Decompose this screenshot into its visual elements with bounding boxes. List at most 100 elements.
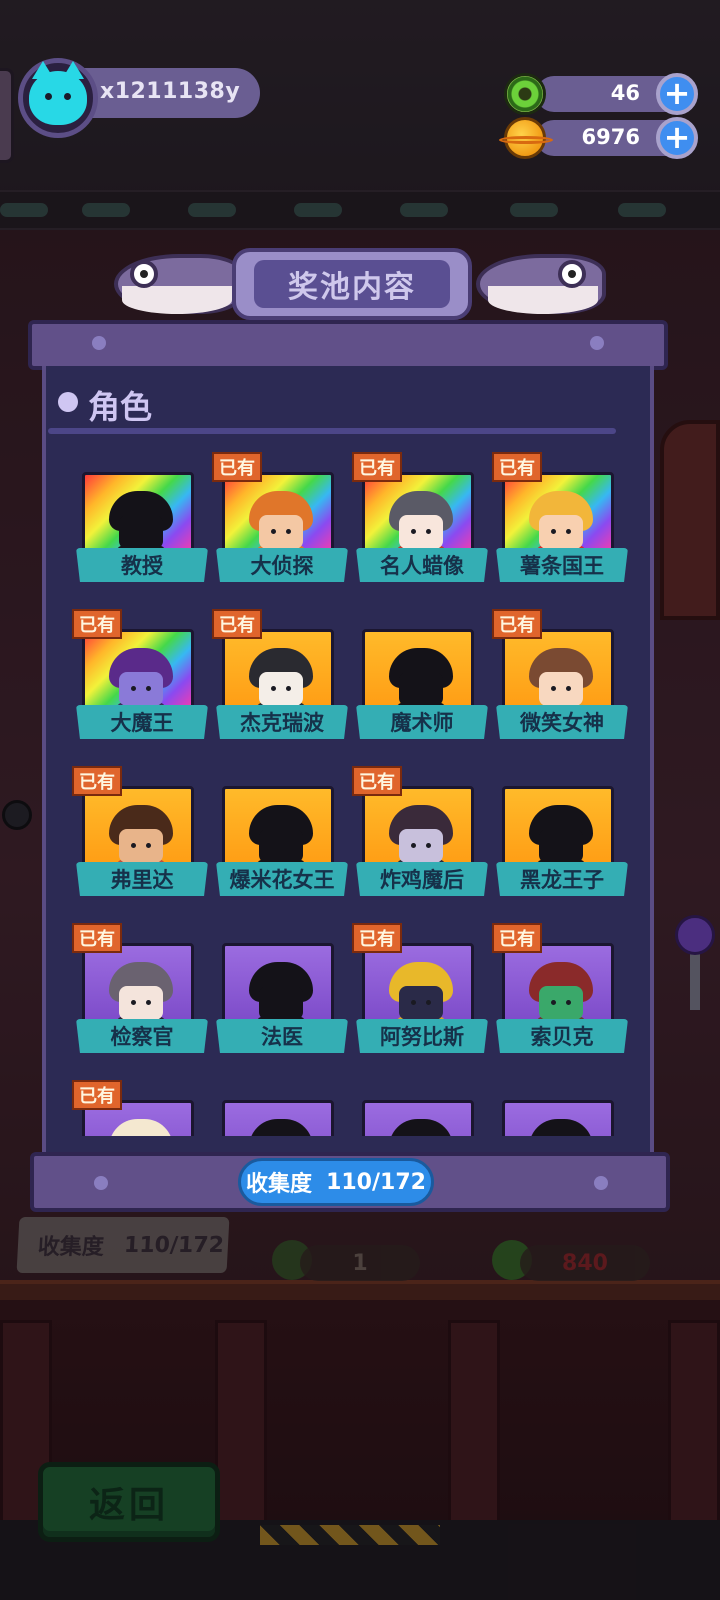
character-portrait <box>222 943 334 1029</box>
owned-badge: 已有 <box>492 923 542 953</box>
player-name: x1211138y <box>100 79 241 104</box>
collection-value: 110/172 <box>326 1169 426 1195</box>
donut-count: 46 <box>610 81 640 105</box>
character-card[interactable]: 炸鸡魔后 已有 <box>352 766 488 896</box>
character-figure-icon <box>109 648 173 712</box>
character-portrait <box>362 943 474 1029</box>
section-bullet-icon <box>58 392 78 412</box>
character-portrait <box>82 472 194 558</box>
side-tab[interactable] <box>0 68 14 163</box>
character-figure-icon <box>109 962 173 1026</box>
character-card[interactable]: 黑龙王子 <box>492 778 628 896</box>
character-card[interactable]: 法医 <box>212 935 348 1053</box>
character-card[interactable]: 索贝克 已有 <box>492 923 628 1053</box>
character-portrait <box>82 786 194 872</box>
character-grid[interactable]: 教授 大侦探 已有 名人蜡像 已有 薯条国王 已有 大魔王 已有 杰克瑞波 已有 魔术师 微笑女神 已有弗… <box>46 440 650 1136</box>
add-donut-button[interactable]: + <box>656 73 698 115</box>
section-divider <box>48 428 616 434</box>
donut-icon <box>504 73 546 115</box>
character-name: 魔术师 <box>356 705 488 739</box>
owned-badge: 已有 <box>492 609 542 639</box>
character-card[interactable]: 爆米花女王 <box>212 778 348 896</box>
character-name: 阿努比斯 <box>356 1019 488 1053</box>
character-portrait <box>222 786 334 872</box>
character-card[interactable] <box>352 1092 476 1136</box>
character-figure-icon <box>529 962 593 1026</box>
character-portrait <box>82 629 194 715</box>
character-figure-icon <box>529 648 593 712</box>
character-card[interactable]: 大侦探 已有 <box>212 452 348 582</box>
character-portrait <box>222 1100 334 1136</box>
character-name: 索贝克 <box>496 1019 628 1053</box>
character-portrait <box>502 943 614 1029</box>
character-name: 大魔王 <box>76 705 208 739</box>
character-figure-icon <box>389 491 453 555</box>
fish-decoration-right-icon <box>476 242 606 320</box>
character-portrait <box>362 786 474 872</box>
owned-badge: 已有 <box>72 923 122 953</box>
character-name: 法医 <box>216 1019 348 1053</box>
character-figure-icon <box>389 1119 453 1136</box>
character-figure-icon <box>109 805 173 869</box>
character-card[interactable]: 检察官 已有 <box>72 923 208 1053</box>
character-figure-icon <box>389 648 453 712</box>
collection-progress: 收集度 110/172 <box>238 1158 434 1206</box>
character-portrait <box>362 472 474 558</box>
character-figure-icon <box>249 962 313 1026</box>
add-coin-button[interactable]: + <box>656 117 698 159</box>
character-figure-icon <box>249 805 313 869</box>
owned-badge: 已有 <box>492 452 542 482</box>
character-card[interactable]: 名人蜡像 已有 <box>352 452 488 582</box>
character-name: 黑龙王子 <box>496 862 628 896</box>
character-name: 名人蜡像 <box>356 548 488 582</box>
section-title: 角色 <box>88 388 153 426</box>
character-card[interactable]: 薯条国王 已有 <box>492 452 628 582</box>
character-portrait <box>362 1100 474 1136</box>
character-card[interactable]: 大魔王 已有 <box>72 609 208 739</box>
avatar[interactable] <box>18 58 98 138</box>
character-portrait <box>362 629 474 715</box>
character-portrait <box>502 1100 614 1136</box>
character-card[interactable]: 杰克瑞波 已有 <box>212 609 348 739</box>
character-card[interactable]: 弗里达 已有 <box>72 766 208 896</box>
character-figure-icon <box>249 648 313 712</box>
character-name: 杰克瑞波 <box>216 705 348 739</box>
character-card[interactable] <box>492 1092 616 1136</box>
character-name: 教授 <box>76 548 208 582</box>
owned-badge: 已有 <box>72 766 122 796</box>
owned-badge: 已有 <box>352 766 402 796</box>
character-name: 检察官 <box>76 1019 208 1053</box>
character-portrait <box>222 629 334 715</box>
character-portrait <box>502 786 614 872</box>
character-figure-icon <box>109 1119 173 1136</box>
character-name: 弗里达 <box>76 862 208 896</box>
owned-badge: 已有 <box>212 609 262 639</box>
character-name: 大侦探 <box>216 548 348 582</box>
character-card[interactable]: 魔术师 <box>352 621 488 739</box>
owned-badge: 已有 <box>352 452 402 482</box>
character-card[interactable]: 微笑女神 已有 <box>492 609 628 739</box>
character-figure-icon <box>529 1119 593 1136</box>
character-portrait <box>222 472 334 558</box>
character-card[interactable]: 已有 <box>72 1080 196 1136</box>
character-name: 微笑女神 <box>496 705 628 739</box>
modal-title-banner: 奖池内容 <box>232 248 472 320</box>
coin-count: 6976 <box>581 125 640 149</box>
character-portrait <box>502 472 614 558</box>
owned-badge: 已有 <box>212 452 262 482</box>
modal-title: 奖池内容 <box>254 260 450 308</box>
owned-badge: 已有 <box>352 923 402 953</box>
character-figure-icon <box>529 491 593 555</box>
character-figure-icon <box>389 805 453 869</box>
cat-face-icon <box>29 61 87 125</box>
character-portrait <box>502 629 614 715</box>
character-figure-icon <box>249 1119 313 1136</box>
character-card[interactable]: 教授 <box>72 464 208 582</box>
character-card[interactable]: 阿努比斯 已有 <box>352 923 488 1053</box>
collection-label: 收集度 <box>246 1172 313 1197</box>
owned-badge: 已有 <box>72 609 122 639</box>
character-figure-icon <box>529 805 593 869</box>
character-name: 炸鸡魔后 <box>356 862 488 896</box>
character-card[interactable] <box>212 1092 336 1136</box>
panel-top-frame <box>28 320 668 370</box>
